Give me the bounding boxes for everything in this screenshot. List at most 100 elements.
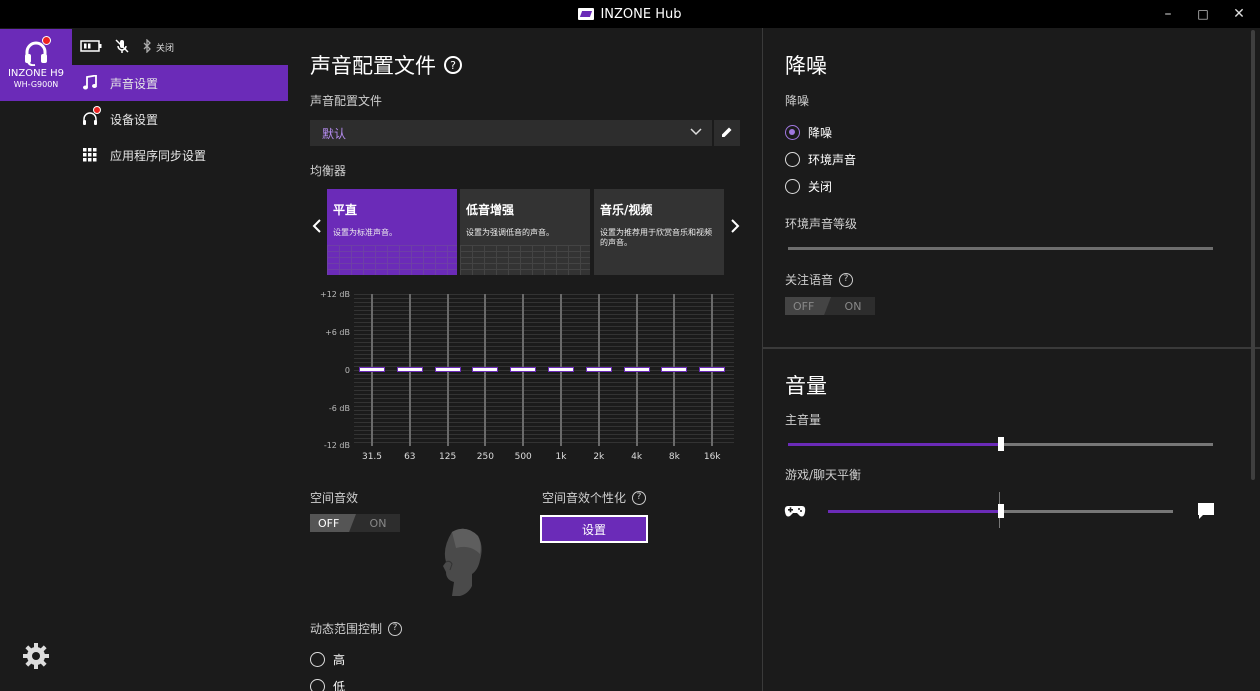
nc-option-off[interactable]: 关闭 [785, 178, 832, 195]
settings-gear-icon[interactable] [22, 642, 50, 670]
sidebar-item-app-sync[interactable]: 应用程序同步设置 [72, 137, 288, 173]
device-model: WH-G900N [13, 80, 59, 89]
master-volume-label: 主音量 [785, 413, 822, 427]
device-name: INZONE H9 [7, 68, 64, 79]
title-bar: INZONE Hub – □ ✕ [0, 0, 1260, 28]
nc-option-ambient[interactable]: 环境声音 [785, 151, 856, 168]
eq-band-label: 2k [593, 452, 605, 462]
toggle-off-label: OFF [310, 514, 356, 532]
spatial-audio-toggle[interactable]: OFF ON [310, 514, 400, 532]
focus-voice-toggle[interactable]: OFF ON [785, 297, 875, 315]
help-icon[interactable]: ? [839, 272, 854, 287]
eq-db-label: -6 dB [328, 404, 350, 413]
window-title: INZONE Hub [600, 6, 682, 22]
radio-label: 关闭 [808, 180, 833, 194]
radio-button[interactable] [785, 179, 800, 194]
scrollbar[interactable] [1251, 30, 1255, 480]
help-icon[interactable]: ? [388, 621, 403, 636]
focus-voice-label: 关注语音 [785, 273, 834, 287]
spatial-setup-button[interactable]: 设置 [540, 515, 648, 543]
help-icon[interactable]: ? [444, 56, 462, 74]
preset-description: 设置为强调低音的声音。 [466, 228, 554, 237]
eq-band-slider[interactable] [699, 367, 726, 372]
preset-card-flat[interactable]: 平直 设置为标准声音。 [327, 189, 457, 275]
preset-next-arrow[interactable] [730, 218, 740, 239]
eq-band-label: 8k [668, 452, 680, 462]
minimize-button[interactable]: – [1150, 0, 1186, 28]
drc-option-high[interactable]: 高 [310, 651, 345, 668]
edit-profile-button[interactable] [714, 120, 740, 146]
nc-option-noise-cancel[interactable]: 降噪 [785, 124, 832, 141]
volume-title: 音量 [785, 374, 827, 398]
app-logo-icon [578, 8, 595, 20]
eq-band-slider[interactable] [548, 367, 574, 372]
eq-band-label: 4k [631, 452, 643, 462]
slider-thumb[interactable] [997, 504, 1004, 518]
eq-band-slider[interactable] [359, 367, 385, 372]
focus-voice-heading: 关注语音 ? [785, 271, 854, 288]
ambient-level-label: 环境声音等级 [785, 217, 858, 231]
sidebar-item-sound-settings[interactable]: 声音设置 [72, 65, 288, 101]
chevron-down-icon [690, 125, 702, 140]
eq-band-slider[interactable] [396, 367, 423, 372]
window-title-area: INZONE Hub [0, 0, 1260, 28]
eq-band-slider[interactable] [623, 367, 650, 372]
nc-title: 降噪 [785, 54, 827, 78]
ambient-level-slider[interactable] [788, 247, 1213, 250]
music-note-icon [82, 75, 98, 91]
radio-label: 降噪 [808, 126, 833, 140]
eq-band-slider[interactable] [585, 367, 612, 372]
balance-label: 游戏/聊天平衡 [785, 468, 862, 482]
profile-select[interactable]: 默认 [310, 120, 712, 146]
eq-band-label: 63 [404, 452, 416, 462]
preset-card-bass-boost[interactable]: 低音增强 设置为强调低音的声音。 [460, 189, 590, 275]
toggle-on-label: ON [369, 516, 387, 530]
radio-label: 环境声音 [808, 153, 857, 167]
preset-title: 平直 [333, 203, 358, 217]
device-status-row: 关闭 [80, 36, 174, 58]
battery-icon [80, 39, 102, 55]
preset-pattern [327, 245, 457, 275]
device-tile[interactable]: INZONE H9 WH-G900N [0, 29, 72, 101]
headset-icon [22, 36, 51, 67]
notification-dot [42, 36, 51, 45]
maximize-button[interactable]: □ [1185, 0, 1221, 28]
eq-db-label: +6 dB [325, 328, 350, 337]
sidebar-item-label: 设备设置 [110, 112, 159, 127]
spatial-personalize-label: 空间音效个性化 [542, 491, 627, 505]
spatial-audio-label: 空间音效 [310, 491, 359, 505]
radio-button[interactable] [310, 679, 325, 691]
radio-button[interactable] [785, 125, 800, 140]
head-model-icon [438, 526, 488, 601]
headphones-icon [82, 106, 101, 127]
preset-title: 低音增强 [466, 203, 515, 217]
eq-db-label: -12 dB [323, 441, 350, 450]
help-icon[interactable]: ? [632, 490, 647, 505]
eq-band-label: 125 [439, 452, 457, 462]
drc-option-low[interactable]: 低 [310, 678, 345, 691]
radio-button[interactable] [785, 152, 800, 167]
spatial-personalize-heading: 空间音效个性化 ? [542, 489, 647, 506]
radio-button[interactable] [310, 652, 325, 667]
pencil-icon [721, 126, 733, 141]
eq-band-slider[interactable] [661, 367, 688, 372]
eq-band-slider[interactable] [434, 367, 461, 372]
slider-thumb[interactable] [997, 437, 1004, 451]
eq-band-label: 31.5 [361, 452, 383, 462]
eq-band-label: 16k [703, 452, 721, 462]
eq-band-slider[interactable] [510, 367, 537, 372]
sidebar-nav: 声音设置 设备设置 应用程序同步设置 [72, 65, 288, 173]
preset-card-music-video[interactable]: 音乐/视频 设置为推荐用于欣赏音乐和视频的声音。 [594, 189, 724, 275]
equalizer: +12 dB +6 dB 0 -6 dB -12 dB 31.5 63 125 250… [298, 288, 748, 468]
nc-section-label: 降噪 [785, 94, 810, 108]
sidebar-item-device-settings[interactable]: 设备设置 [72, 101, 288, 137]
notification-dot [93, 106, 101, 114]
profile-select-value: 默认 [322, 126, 347, 141]
eq-band-slider[interactable] [472, 367, 499, 372]
radio-label: 低 [333, 680, 346, 691]
mic-muted-icon [114, 38, 130, 57]
close-button[interactable]: ✕ [1221, 0, 1257, 28]
chat-bubble-icon [1197, 502, 1215, 523]
preset-title: 音乐/视频 [600, 203, 653, 217]
preset-prev-arrow[interactable] [312, 218, 322, 239]
